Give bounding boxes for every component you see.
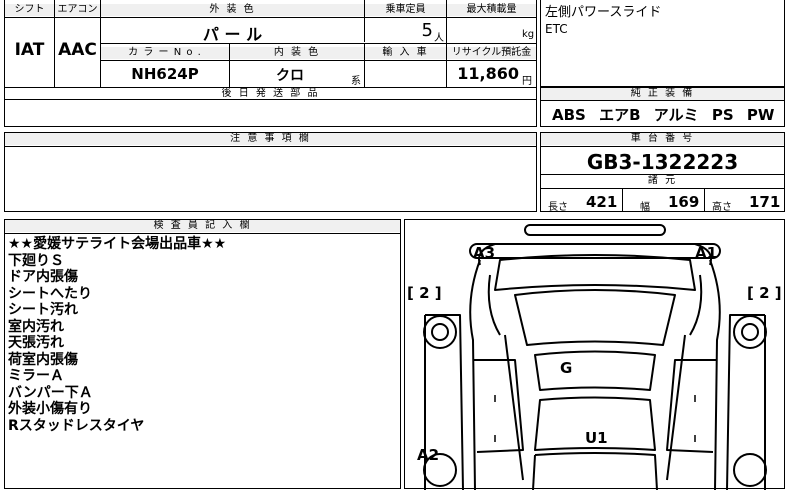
inspector-line: 荷室内張傷: [8, 351, 78, 368]
max-load-label: 最大積載量: [447, 4, 536, 16]
genuine-equipment-items: ABS エアB アルミ PS PW: [552, 104, 774, 125]
mark-roof: G: [560, 359, 572, 377]
recycle-label: リサイクル預託金: [447, 47, 536, 59]
height-value: 171: [749, 193, 781, 211]
color-no-value: NH624P: [131, 65, 199, 83]
later-parts-area: [4, 99, 537, 127]
options-note-line2: ETC: [545, 22, 568, 36]
options-note-line1: 左側パワースライド: [545, 5, 662, 20]
equip-pw: PW: [746, 106, 775, 124]
recycle-unit: 円: [522, 76, 532, 87]
color-no-label: カ ラ ー N o .: [101, 47, 229, 59]
interior-color-value: クロ: [276, 68, 304, 84]
equip-ps: PS: [711, 106, 734, 124]
chassis-number: GB3-1322223: [586, 150, 739, 174]
inspector-line: ミラーＡ: [8, 368, 64, 384]
inspector-line: 天張汚れ: [8, 335, 64, 351]
mark-front-left: A3: [473, 244, 495, 262]
capacity-label: 乗車定員: [365, 4, 446, 16]
mark-door-right: [ 2 ]: [747, 284, 782, 302]
inspector-lines: ★★愛媛サテライト会場出品車★★ 下廻りＳ ドア内張傷 シートへたり シート汚れ…: [8, 236, 226, 434]
car-diagram: A3 A1 G U1 A2 [ 2 ] [ 2 ]: [404, 219, 785, 490]
aircon-value: AAC: [58, 40, 97, 60]
interior-suffix: 系: [351, 76, 361, 87]
inspector-line: シート汚れ: [8, 302, 78, 318]
width-value: 169: [668, 193, 700, 211]
inspector-line: ドア内張傷: [8, 269, 78, 285]
inspector-line: シートへたり: [8, 285, 92, 302]
inspector-line: ★★愛媛サテライト会場出品車★★: [8, 236, 227, 252]
equip-abs: ABS: [552, 106, 586, 124]
inspector-line: 外装小傷有り: [8, 401, 92, 417]
capacity-unit: 人: [434, 33, 444, 44]
shift-label: シフト: [5, 4, 54, 16]
genuine-equipment-label: 純 正 装 備: [541, 88, 784, 100]
mark-rear-center: U1: [585, 429, 608, 447]
inspector-line: 室内汚れ: [8, 318, 64, 335]
length-value: 421: [586, 193, 618, 211]
interior-color-label: 内 装 色: [230, 47, 364, 59]
height-label: 高さ: [712, 202, 732, 213]
length-label: 長さ: [548, 202, 568, 213]
mark-door-left: [ 2 ]: [407, 284, 442, 302]
car-outline-diagram: A3 A1 G U1 A2 [ 2 ] [ 2 ]: [407, 224, 782, 490]
capacity-value: 5: [421, 20, 433, 41]
dims-label: 諸 元: [647, 175, 678, 186]
inspector-label: 検 査 員 記 入 欄: [5, 220, 400, 232]
equip-alloy: アルミ: [653, 106, 699, 124]
inspector-line: Rスタッドレスタイヤ: [8, 417, 145, 434]
recycle-value: 11,860: [457, 64, 519, 83]
equip-airbag: エアB: [599, 106, 641, 124]
shift-value: IAT: [14, 40, 45, 60]
exterior-color-value: パ ー ル: [202, 25, 263, 44]
width-label: 幅: [640, 202, 650, 213]
inspector-line: バンパー下Ａ: [8, 384, 93, 401]
exterior-color-label: 外 装 色: [101, 4, 364, 16]
notes-label: 注 意 事 項 欄: [5, 133, 536, 145]
inspector-line: 下廻りＳ: [8, 252, 64, 269]
mark-front-right: A1: [695, 244, 717, 262]
chassis-label: 車 台 番 号: [541, 133, 784, 145]
mark-rear-left: A2: [417, 446, 439, 464]
import-label: 輸 入 車: [365, 47, 446, 59]
max-load-unit: kg: [522, 29, 535, 40]
aircon-label: エアコン: [55, 4, 100, 16]
